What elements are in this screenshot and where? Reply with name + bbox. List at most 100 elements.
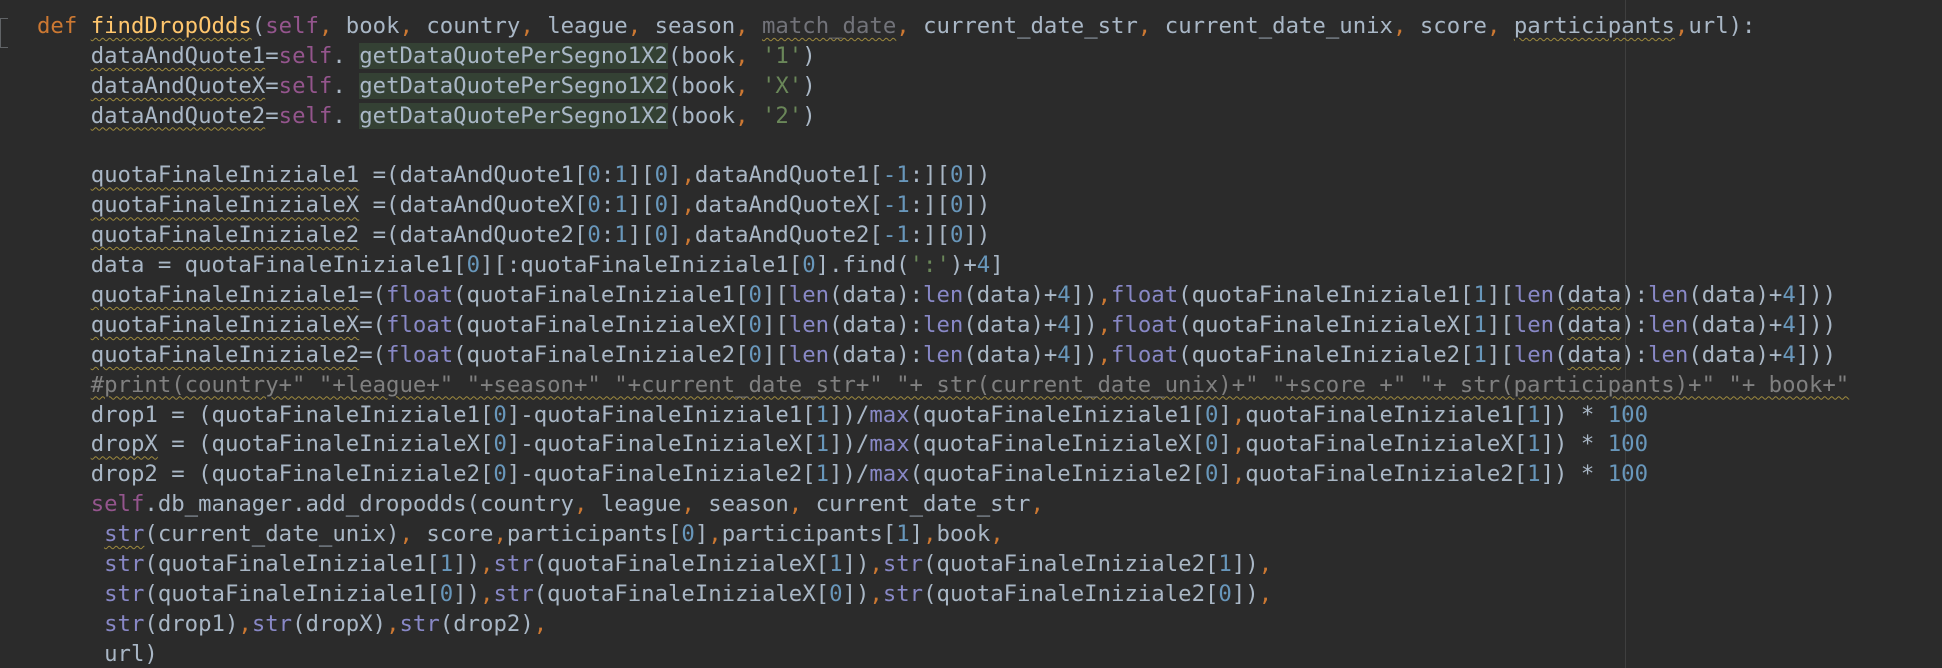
code-token: max (869, 401, 910, 428)
code-line[interactable]: url) (37, 640, 1849, 668)
code-token: quotaFinaleIniziale2 (90, 222, 360, 249)
code-line[interactable]: dropX = (quotaFinaleInizialeX[0]-quotaFi… (37, 430, 1849, 460)
code-line[interactable]: str(quotaFinaleIniziale1[0]),str(quotaFi… (37, 580, 1849, 610)
code-token: 1 (1218, 551, 1232, 578)
code-token: , (1231, 461, 1246, 488)
code-token: str (493, 551, 534, 578)
code-token: 1 (614, 162, 628, 189)
code-line[interactable]: drop2 = (quotaFinaleIniziale2[0]-quotaFi… (37, 460, 1849, 490)
code-token: 0 (493, 461, 507, 488)
code-line[interactable]: str(quotaFinaleIniziale1[1]),str(quotaFi… (37, 550, 1849, 580)
code-token: (quotaFinaleIniziale1[ (453, 282, 749, 309)
code-token: , (708, 521, 722, 548)
code-token: float (386, 311, 454, 338)
code-area[interactable]: def findDropOdds(self, book, country, le… (37, 12, 1849, 668)
code-editor[interactable]: def findDropOdds(self, book, country, le… (0, 0, 1942, 668)
code-token: , (681, 222, 695, 249)
code-token: ]) (453, 580, 481, 607)
code-token: (quotaFinaleIniziale2[ (1178, 341, 1474, 368)
code-line[interactable]: dataAndQuote1=self. getDataQuotePerSegno… (37, 42, 1849, 72)
code-token: quotaFinaleIniziale1 (90, 162, 360, 189)
code-token: dataAndQuote1[ (694, 162, 883, 189)
code-token: , (869, 551, 883, 578)
code-token: quotaFinaleIniziale1 (90, 282, 360, 309)
code-token: url) (37, 640, 158, 667)
code-token: ]) (963, 162, 991, 189)
fold-marker-icon[interactable] (0, 18, 8, 48)
code-token: str (104, 521, 145, 548)
code-line[interactable]: str(drop1),str(dropX),str(drop2), (37, 610, 1849, 640)
code-token: =( (359, 341, 387, 368)
code-token: , (681, 192, 695, 219)
code-token: -1 (882, 222, 910, 249)
code-token: (quotaFinaleInizialeX[ (533, 551, 830, 578)
code-token: (data): (829, 311, 924, 338)
code-line[interactable]: self.db_manager.add_dropodds(country, le… (37, 490, 1849, 520)
code-token: participants[ (506, 521, 682, 548)
code-token: 1 (1473, 282, 1487, 309)
code-token: ])) (1795, 311, 1837, 338)
code-token: , (681, 162, 695, 189)
code-token: str (493, 580, 534, 607)
code-token: , (896, 13, 924, 39)
code-line[interactable]: data = quotaFinaleIniziale1[0][:quotaFin… (37, 251, 1849, 281)
code-token: len (1513, 311, 1555, 338)
code-line[interactable]: def findDropOdds(self, book, country, le… (37, 12, 1849, 42)
code-token: quotaFinaleInizialeX (90, 192, 360, 219)
code-token: current_date_unix (1164, 13, 1393, 39)
code-token: (quotaFinaleInizialeX[ (909, 431, 1205, 458)
code-token: float (386, 282, 454, 309)
code-token: 0 (1218, 580, 1232, 607)
code-token: ])) (1795, 282, 1837, 309)
code-token: ][ (627, 222, 655, 249)
code-token: drop2 = (quotaFinaleIniziale2[ (37, 461, 494, 488)
code-token: . (332, 72, 360, 99)
code-token: (data)+ (1688, 311, 1783, 338)
code-line[interactable] (37, 132, 1849, 162)
code-token: ): (1621, 341, 1649, 368)
code-token: str (399, 610, 440, 637)
code-line[interactable]: quotaFinaleIniziale1 =(dataAndQuote1[0:1… (37, 161, 1849, 191)
code-token: ][ (1486, 311, 1514, 338)
code-line[interactable]: #print(country+" "+league+" "+season+" "… (37, 371, 1850, 401)
code-token: 0 (1204, 461, 1219, 488)
code-line[interactable]: quotaFinaleIniziale1=(float(quotaFinaleI… (37, 281, 1849, 311)
code-token: len (1513, 282, 1555, 309)
code-token: '1' (748, 42, 803, 69)
code-token: str (104, 580, 145, 607)
code-token: , (386, 610, 400, 637)
code-token: 1 (1527, 401, 1541, 428)
code-token: str (882, 580, 924, 607)
code-line[interactable]: quotaFinaleInizialeX=(float(quotaFinaleI… (37, 311, 1849, 341)
code-token: data = quotaFinaleIniziale1[ (37, 252, 467, 279)
code-token: (quotaFinaleIniziale2[ (923, 580, 1219, 607)
code-token: ]) (842, 551, 870, 578)
code-line[interactable]: dataAndQuote2=self. getDataQuotePerSegno… (37, 102, 1849, 132)
code-token: (dropX) (292, 610, 387, 637)
code-token: (data): (829, 341, 924, 368)
code-token: self (278, 102, 333, 129)
code-line[interactable]: quotaFinaleInizialeX =(dataAndQuoteX[0:1… (37, 191, 1849, 221)
code-token: (quotaFinaleIniziale1[ (144, 551, 440, 578)
code-token: (book (667, 72, 736, 99)
code-token: (book (667, 42, 736, 69)
code-token: ]) (1070, 282, 1098, 309)
code-token: float (1111, 341, 1179, 368)
code-line[interactable]: str(current_date_unix), score,participan… (37, 520, 1849, 550)
code-token: ][ (1486, 341, 1514, 368)
code-token: 0 (1204, 401, 1219, 428)
code-line[interactable]: dataAndQuoteX=self. getDataQuotePerSegno… (37, 72, 1849, 102)
code-token: str (104, 551, 145, 578)
code-line[interactable]: quotaFinaleIniziale2 =(dataAndQuote2[0:1… (37, 221, 1849, 251)
code-token: : (600, 192, 615, 219)
code-line[interactable]: drop1 = (quotaFinaleIniziale1[0]-quotaFi… (37, 401, 1849, 431)
code-token: 0 (949, 162, 964, 189)
code-token: 0 (949, 192, 964, 219)
code-token: ])/ (829, 401, 870, 428)
code-token: self (90, 491, 145, 518)
code-line[interactable]: quotaFinaleIniziale2=(float(quotaFinaleI… (37, 341, 1849, 371)
